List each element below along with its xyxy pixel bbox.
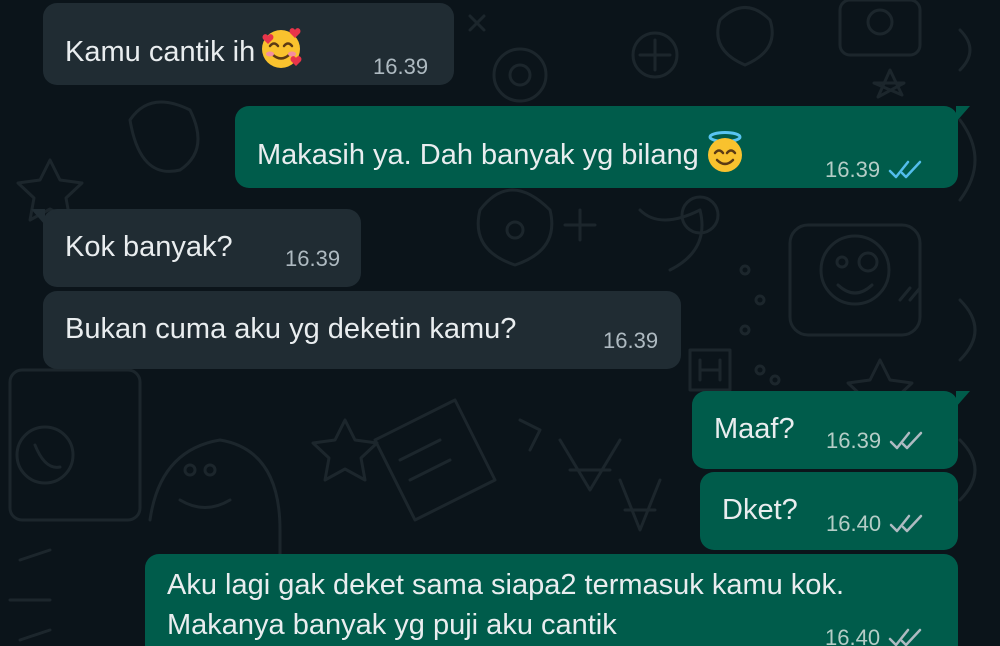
- message-time: 16.39: [603, 328, 659, 353]
- message-meta: 16.40: [826, 506, 925, 542]
- bubble-tail: [956, 391, 970, 407]
- message-bubble-outgoing[interactable]: Aku lagi gak deket sama siapa2 termasuk …: [145, 554, 958, 646]
- message-bubble-outgoing[interactable]: Maaf? 16.39: [692, 391, 970, 469]
- delivered-double-check-icon: [889, 431, 923, 450]
- smiling-face-with-halo-icon: [703, 130, 747, 183]
- message-time: 16.39: [825, 157, 881, 182]
- bubble-tail: [956, 106, 970, 122]
- message-bubble-incoming[interactable]: Kok banyak? 16.39: [31, 209, 361, 287]
- message-meta: 16.40: [825, 620, 924, 646]
- message-text: Kok banyak?: [65, 231, 233, 263]
- message-time: 16.40: [825, 625, 881, 646]
- message-bubble-incoming[interactable]: Kamu cantik ih 16.39: [43, 3, 454, 85]
- smiling-face-with-hearts-icon: [259, 27, 303, 80]
- message-time: 16.39: [285, 246, 341, 271]
- message-time: 16.39: [826, 428, 882, 453]
- message-text: Dket?: [722, 494, 798, 526]
- delivered-double-check-icon: [889, 514, 923, 533]
- message-text: Bukan cuma aku yg deketin kamu?: [65, 313, 517, 345]
- message-bubble-incoming[interactable]: Bukan cuma aku yg deketin kamu? 16.39: [43, 291, 681, 369]
- message-time: 16.40: [826, 511, 882, 536]
- message-bubble-outgoing[interactable]: Makasih ya. Dah banyak yg bilang 16.39: [235, 106, 970, 188]
- message-time: 16.39: [373, 54, 429, 79]
- message-text-line-2: Makanya banyak yg puji aku cantik: [167, 609, 617, 641]
- message-bubble-outgoing[interactable]: Dket? 16.40: [700, 472, 958, 550]
- bubble-tail: [31, 209, 45, 225]
- message-text: Maaf?: [714, 413, 795, 445]
- message-text: Kamu cantik ih: [65, 27, 303, 80]
- message-text: Makasih ya. Dah banyak yg bilang: [257, 130, 747, 183]
- message-meta: 16.39: [825, 152, 924, 188]
- chat-thread: Kamu cantik ih 16.39 Makasih ya. Dah ban…: [0, 0, 1000, 646]
- delivered-double-check-icon: [888, 628, 922, 646]
- message-meta: 16.39: [826, 423, 925, 459]
- read-double-check-icon: [888, 160, 922, 179]
- message-text-line-1: Aku lagi gak deket sama siapa2 termasuk …: [167, 569, 844, 601]
